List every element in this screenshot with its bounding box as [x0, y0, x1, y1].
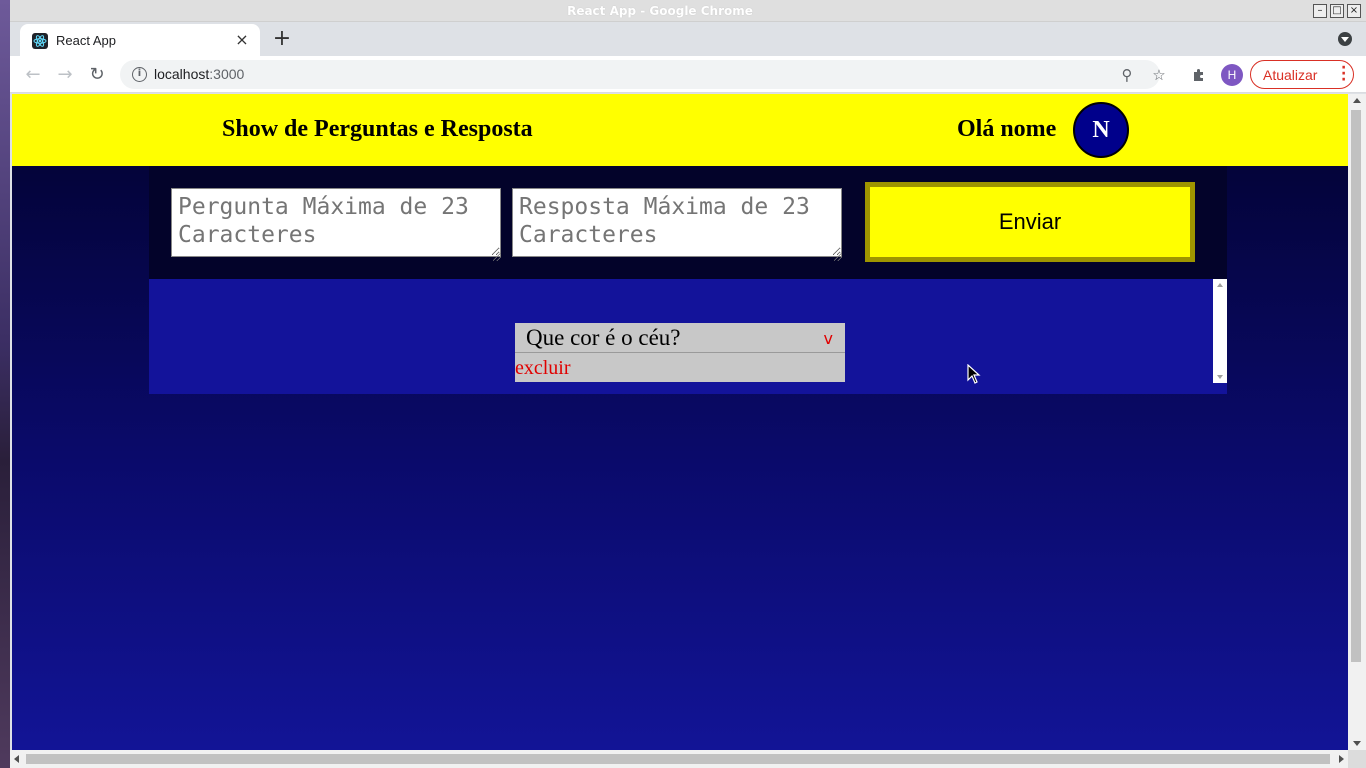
url-text: localhost:3000: [154, 66, 244, 82]
back-arrow-icon[interactable]: ←: [20, 62, 46, 88]
scroll-up-arrow-icon[interactable]: [1353, 98, 1361, 103]
site-info-icon[interactable]: i: [132, 67, 147, 82]
browser-window: React App - Google Chrome – □ × React Ap…: [10, 0, 1366, 768]
scroll-down-icon[interactable]: [1217, 375, 1223, 379]
app-header: Show de Perguntas e Resposta Olá nome N: [12, 94, 1348, 166]
question-text: Que cor é o céu?: [526, 325, 681, 350]
page-title: Show de Perguntas e Resposta: [222, 116, 533, 142]
questions-list: Que cor é o céu? v excluir: [149, 279, 1227, 394]
user-avatar[interactable]: N: [1073, 102, 1129, 158]
close-window-button[interactable]: ×: [1347, 4, 1361, 18]
submit-button[interactable]: Enviar: [865, 182, 1195, 262]
extensions-puzzle-icon[interactable]: [1188, 64, 1210, 86]
scroll-left-arrow-icon[interactable]: [14, 755, 19, 763]
new-tab-button[interactable]: +: [270, 28, 294, 52]
question-form: Pergunta Máxima de 23 Caracteres Respost…: [149, 166, 1227, 279]
vertical-scroll-thumb[interactable]: [1351, 110, 1361, 662]
scroll-up-icon[interactable]: [1217, 283, 1223, 287]
window-title: React App - Google Chrome: [567, 4, 753, 18]
url-host: localhost: [154, 66, 210, 82]
page-horizontal-scrollbar[interactable]: [10, 750, 1348, 768]
bookmark-star-icon[interactable]: ☆: [1149, 65, 1169, 85]
delete-button[interactable]: excluir: [515, 357, 571, 380]
scroll-right-arrow-icon[interactable]: [1339, 755, 1344, 763]
page-vertical-scrollbar[interactable]: [1348, 94, 1366, 750]
user-greeting: Olá nome: [957, 116, 1057, 142]
update-label: Atualizar: [1263, 67, 1318, 83]
address-bar[interactable]: i localhost:3000 ⚲ ☆: [120, 60, 1166, 89]
scrollbar-corner: [1348, 750, 1366, 768]
question-input[interactable]: Pergunta Máxima de 23 Caracteres: [171, 188, 501, 257]
update-button[interactable]: Atualizar · · ·: [1250, 60, 1354, 89]
tab-strip: React App × +: [10, 22, 1366, 56]
scroll-down-arrow-icon[interactable]: [1353, 741, 1361, 746]
question-resize-handle[interactable]: [493, 253, 501, 261]
zoom-icon[interactable]: ⚲: [1117, 65, 1137, 85]
profile-avatar[interactable]: H: [1221, 64, 1243, 86]
reload-icon[interactable]: ↻: [84, 62, 110, 88]
kebab-menu-icon[interactable]: · · ·: [1341, 61, 1346, 87]
title-bar: React App - Google Chrome – □ ×: [10, 0, 1366, 22]
browser-toolbar: ← → ↻ i localhost:3000 ⚲ ☆ H Atualizar ·…: [10, 56, 1366, 93]
horizontal-scroll-thumb[interactable]: [26, 754, 1330, 764]
mouse-cursor-icon: [967, 364, 981, 384]
tab-react-app[interactable]: React App ×: [20, 24, 260, 56]
url-port: :3000: [209, 66, 245, 82]
react-logo-icon: [32, 33, 48, 49]
page-viewport: Show de Perguntas e Resposta Olá nome N …: [12, 94, 1348, 750]
answer-resize-handle[interactable]: [834, 253, 842, 261]
forward-arrow-icon[interactable]: →: [52, 62, 78, 88]
tab-search-icon[interactable]: [1338, 32, 1352, 46]
expand-toggle[interactable]: v: [824, 329, 833, 348]
minimize-button[interactable]: –: [1313, 4, 1327, 18]
list-scrollbar[interactable]: [1213, 279, 1227, 383]
card-divider: [515, 352, 845, 353]
answer-input[interactable]: Resposta Máxima de 23 Caracteres: [512, 188, 842, 257]
tab-title: React App: [56, 33, 116, 48]
maximize-button[interactable]: □: [1330, 4, 1344, 18]
question-card: Que cor é o céu? v excluir: [515, 323, 845, 382]
tab-close-icon[interactable]: ×: [232, 30, 252, 50]
